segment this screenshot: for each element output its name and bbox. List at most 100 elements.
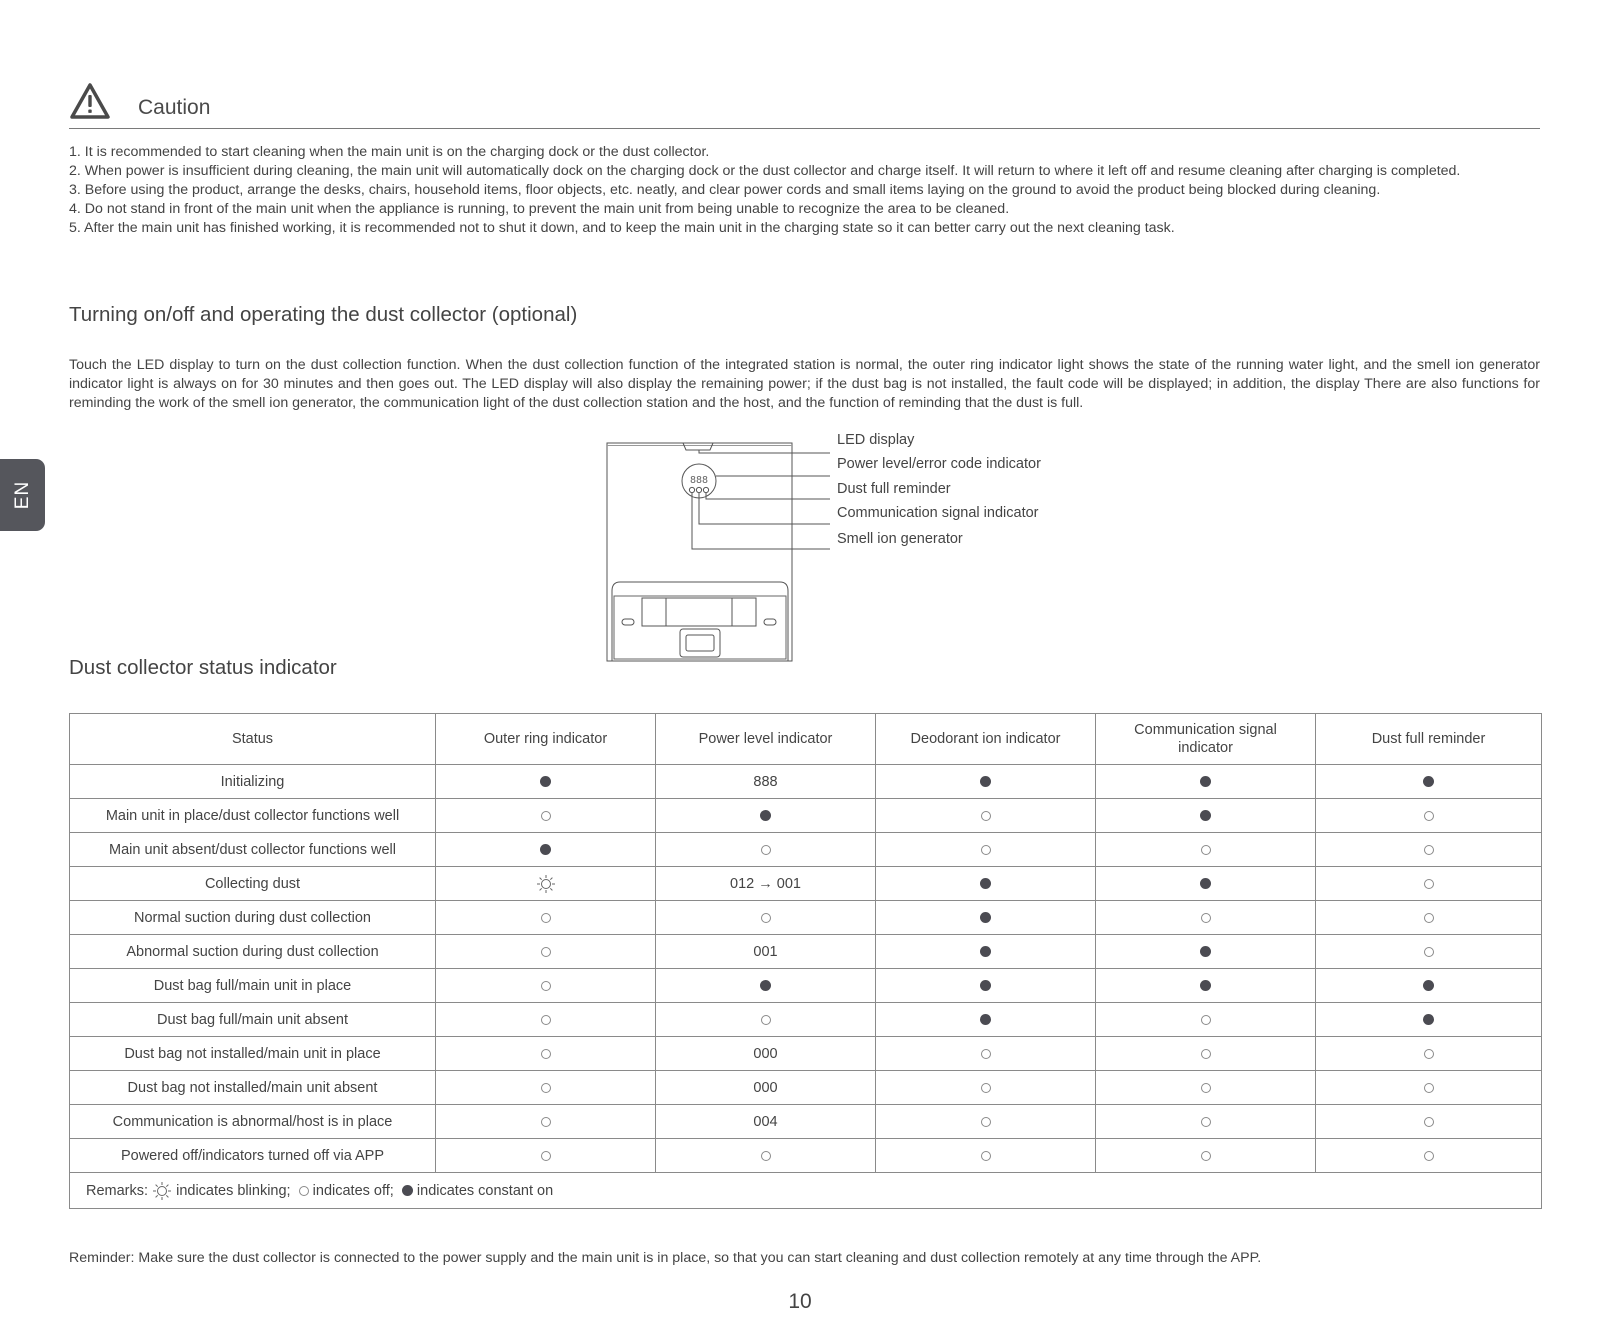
table-row: Dust bag full/main unit absent [69,1002,1542,1037]
indicator-cell [1315,866,1542,901]
indicator-cell [655,900,876,935]
caution-item: 1. It is recommended to start cleaning w… [69,144,710,160]
on-dot-icon [401,1185,413,1196]
indicator-cell: 888 [655,764,876,799]
indicator-cell [875,1070,1096,1105]
indicator-cell [435,1104,656,1139]
callout-dust-full: Dust full reminder [837,481,951,497]
callout-leader-lines [691,450,830,550]
indicator-cell [435,1002,656,1037]
indicator-cell [435,798,656,833]
on-dot-icon [980,776,991,788]
table-row: Initializing 888 [69,764,1542,799]
indicator-cell [1315,1036,1542,1071]
indicator-cell [1095,798,1316,833]
indicator-cell [435,1138,656,1173]
remarks-off-text: indicates off; [312,1182,394,1199]
off-circle-icon [540,1116,551,1127]
off-circle-icon [1200,1150,1211,1161]
off-circle-icon [760,1150,771,1161]
off-circle-icon [540,1014,551,1025]
caution-header: Caution [69,82,1540,129]
off-circle-icon [1423,1150,1434,1161]
indicator-cell [1315,1070,1542,1105]
indicator-cell [655,798,876,833]
indicator-code: 000 [753,1045,778,1062]
off-circle-icon [1423,1116,1434,1127]
off-circle-icon [298,1185,309,1196]
warning-triangle-icon [70,83,110,119]
off-circle-icon [1423,878,1434,889]
dust-collector-diagram: 888 [606,442,830,662]
indicator-cell [875,764,1096,799]
off-circle-icon [980,1150,991,1161]
on-dot-icon [1200,980,1211,992]
callout-led-display: LED display [837,432,915,448]
indicator-cell [1095,900,1316,935]
indicator-cell: 004 [655,1104,876,1139]
on-dot-icon [760,810,771,822]
column-header: Dust full reminder [1315,713,1542,765]
off-circle-icon [540,980,551,991]
led-display-outline [682,442,714,451]
indicator-code: 001 [753,943,778,960]
indicator-cell [435,832,656,867]
table-row: Dust bag not installed/main unit in plac… [69,1036,1542,1071]
status-cell: Dust bag not installed/main unit in plac… [69,1036,436,1071]
on-dot-icon [1423,1014,1434,1026]
off-circle-icon [1423,946,1434,957]
operating-intro: Touch the LED display to turn on the dus… [69,357,1540,411]
remarks-on-text: indicates constant on [416,1182,554,1199]
indicator-cell [875,900,1096,935]
off-circle-icon [980,1082,991,1093]
on-dot-icon [980,980,991,992]
indicator-cell [1315,934,1542,969]
status-cell: Main unit absent/dust collector function… [69,832,436,867]
indicator-cell [1095,968,1316,1003]
callout-power-level: Power level/error code indicator [837,456,1041,472]
blinking-icon [153,1181,172,1200]
remarks-row: Remarks: indicates blinking; indicates o… [69,1172,1542,1209]
indicator-cell [435,968,656,1003]
on-dot-icon [980,1014,991,1026]
indicator-cell [655,832,876,867]
indicator-code: 012 → 001 [730,875,801,892]
indicator-cell: 001 [655,934,876,969]
status-table: Status Outer ring indicator Power level … [69,713,1542,1209]
indicator-cell [875,968,1096,1003]
table-row: Dust bag full/main unit in place [69,968,1542,1003]
indicator-cell [1095,1104,1316,1139]
status-cell: Normal suction during dust collection [69,900,436,935]
indicator-cell [1315,968,1542,1003]
on-dot-icon [1200,946,1211,958]
status-table-heading: Dust collector status indicator [69,656,337,679]
indicator-cell [655,1002,876,1037]
off-circle-icon [760,844,771,855]
on-dot-icon [1200,810,1211,822]
status-cell: Powered off/indicators turned off via AP… [69,1138,436,1173]
indicator-cell [1315,764,1542,799]
column-header: Communication signal indicator [1095,713,1316,765]
off-circle-icon [540,810,551,821]
callout-smell-ion: Smell ion generator [837,531,963,547]
off-circle-icon [760,1014,771,1025]
table-row: Main unit absent/dust collector function… [69,832,1542,867]
indicator-cell [875,1002,1096,1037]
off-circle-icon [980,844,991,855]
indicator-cell [435,934,656,969]
language-tab: EN [0,459,45,531]
indicator-cell [1095,832,1316,867]
caution-item: 4. Do not stand in front of the main uni… [69,201,1010,217]
remarks-cell: Remarks: indicates blinking; indicates o… [69,1172,1542,1209]
caution-list: 1. It is recommended to start cleaning w… [69,143,1540,238]
indicator-cell [1315,900,1542,935]
indicator-cell [1095,934,1316,969]
on-dot-icon [540,776,551,788]
off-circle-icon [1200,912,1211,923]
table-row: Collecting dust 012 → 001 [69,866,1542,901]
indicator-cell [875,1036,1096,1071]
remarks-blink-text: indicates blinking; [176,1182,291,1199]
indicator-cell [875,1138,1096,1173]
indicator-cell [435,900,656,935]
table-row: Abnormal suction during dust collection 0… [69,934,1542,969]
